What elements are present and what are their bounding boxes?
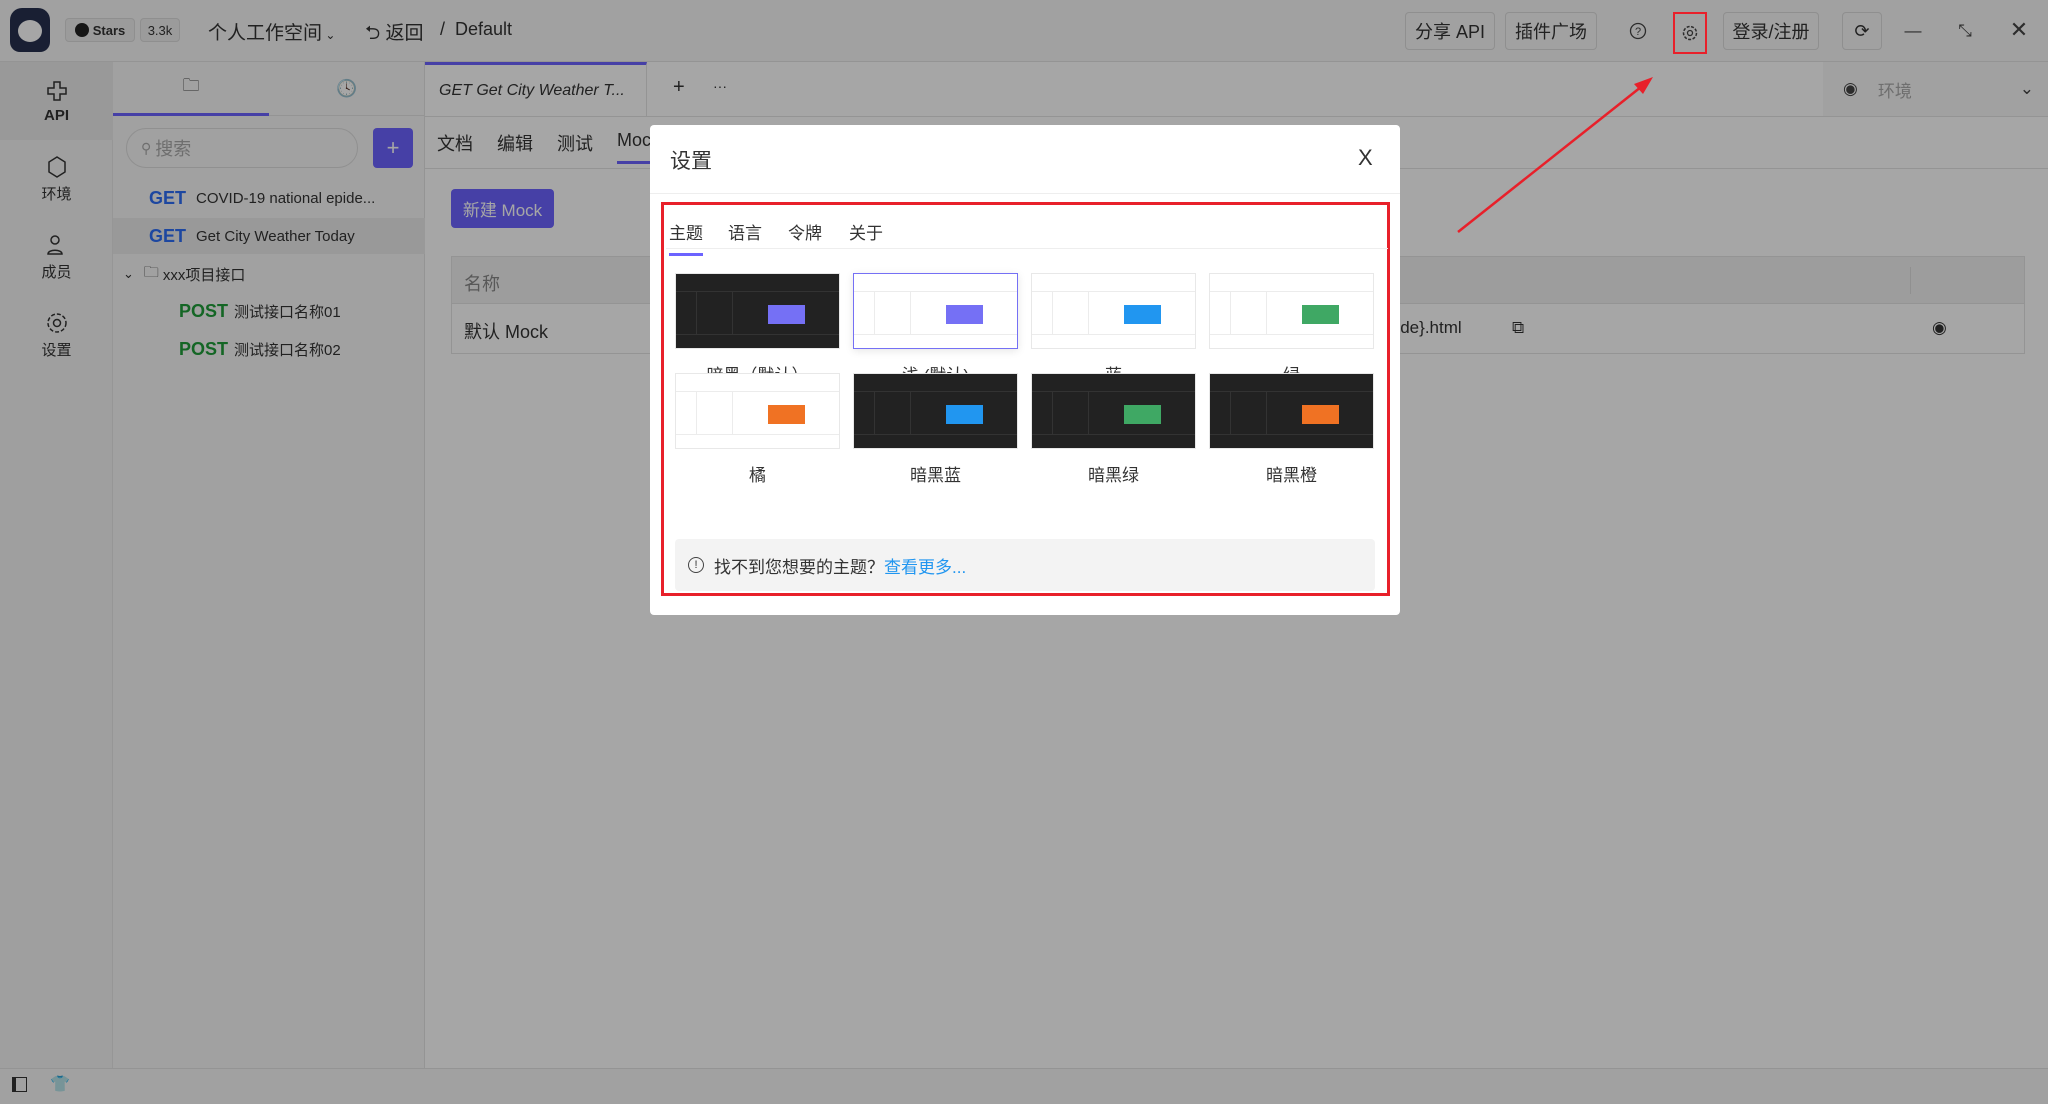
theme-label: 橘	[749, 466, 766, 485]
theme-color-swatch	[1302, 405, 1339, 424]
theme-card[interactable]	[1209, 373, 1374, 449]
theme-card[interactable]	[853, 373, 1018, 449]
theme-card[interactable]	[675, 373, 840, 449]
theme-card[interactable]	[1031, 273, 1196, 349]
theme-card[interactable]	[675, 273, 840, 349]
theme-color-swatch	[1302, 305, 1339, 324]
theme-color-swatch	[1124, 405, 1161, 424]
see-more-link[interactable]: 查看更多...	[884, 553, 966, 578]
tab-about[interactable]: 关于	[849, 219, 883, 244]
settings-modal: 设置 X 主题 语言 令牌 关于 暗黑（默认）浅 (默认)蓝绿橘暗黑蓝暗黑绿暗黑…	[650, 125, 1400, 615]
info-icon: !	[688, 557, 704, 573]
theme-card[interactable]	[1209, 273, 1374, 349]
theme-color-swatch	[1124, 305, 1161, 324]
tabs-divider	[666, 248, 1388, 249]
theme-color-swatch	[768, 405, 805, 424]
modal-title: 设置	[670, 150, 712, 173]
theme-card[interactable]	[853, 273, 1018, 349]
theme-label: 暗黑橙	[1266, 466, 1317, 485]
tab-theme[interactable]: 主题	[669, 219, 703, 256]
theme-label: 暗黑绿	[1088, 466, 1139, 485]
theme-color-swatch	[768, 305, 805, 324]
tab-language[interactable]: 语言	[728, 219, 762, 244]
theme-color-swatch	[946, 305, 983, 324]
modal-header-divider	[650, 193, 1400, 194]
theme-label: 暗黑蓝	[910, 466, 961, 485]
theme-card[interactable]	[1031, 373, 1196, 449]
modal-close-button[interactable]: X	[1358, 145, 1373, 171]
tab-token[interactable]: 令牌	[788, 219, 822, 244]
theme-help-box: ! 找不到您想要的主题？ 查看更多...	[675, 539, 1375, 591]
theme-color-swatch	[946, 405, 983, 424]
